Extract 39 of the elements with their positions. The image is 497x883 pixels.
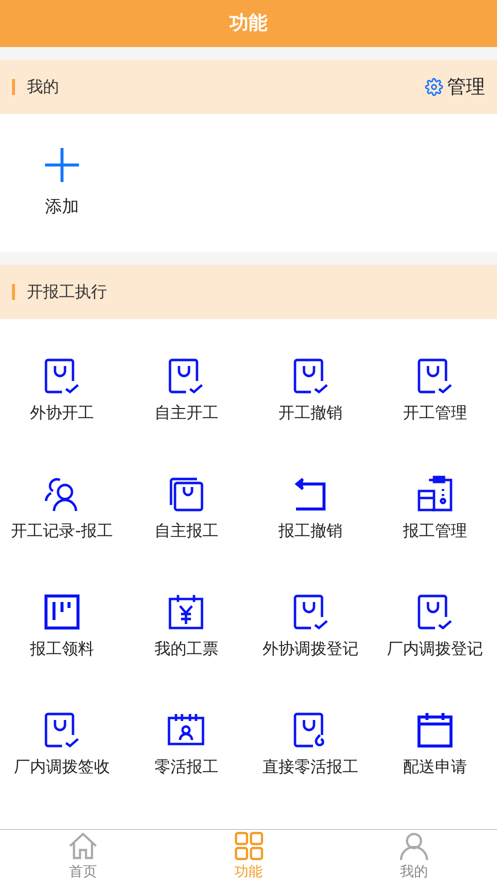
function-item[interactable]: 开工记录-报工 xyxy=(0,474,124,593)
bag-check-icon xyxy=(416,356,454,395)
home-icon xyxy=(68,831,98,862)
calendar-icon xyxy=(416,710,454,749)
function-item[interactable]: 外协开工 xyxy=(0,356,124,475)
bag-check-icon xyxy=(167,356,206,395)
manage-button[interactable]: 管理 xyxy=(425,74,485,100)
function-item[interactable]: 外协调拨登记 xyxy=(248,592,373,711)
function-item[interactable]: 报工领料 xyxy=(0,592,124,711)
function-item[interactable]: 报工管理 xyxy=(372,474,497,593)
tab[interactable]: 我的 xyxy=(331,830,497,883)
function-item[interactable]: 开工管理 xyxy=(372,356,497,475)
function-item[interactable]: 厂内调拨签收 xyxy=(0,710,124,829)
function-item[interactable]: 自主开工 xyxy=(124,356,248,475)
add-button[interactable]: 添加 xyxy=(0,147,124,218)
function-item[interactable]: 零活报工 xyxy=(124,710,248,829)
function-item[interactable]: 报工撤销 xyxy=(248,474,373,593)
person-icon xyxy=(399,831,430,862)
section-title: 开报工执行 xyxy=(12,284,107,300)
bag-check-icon xyxy=(43,356,82,395)
bag-check-icon xyxy=(43,710,82,749)
bag-check-icon xyxy=(292,592,330,631)
board-icon xyxy=(43,592,82,631)
bag-check-icon xyxy=(416,592,454,631)
function-item[interactable]: 配送申请 xyxy=(372,710,497,829)
grid-icon xyxy=(234,831,264,862)
function-item[interactable]: 直接零活报工 xyxy=(248,710,373,829)
section-title: 我的 xyxy=(12,78,59,95)
function-item[interactable]: 开工撤销 xyxy=(248,356,373,475)
calendar-icon xyxy=(167,592,206,631)
settings-icon xyxy=(425,78,443,96)
clipboard-icon xyxy=(416,474,454,513)
function-item[interactable]: 厂内调拨登记 xyxy=(372,592,497,711)
plus-icon xyxy=(44,147,80,184)
tab[interactable]: 首页 xyxy=(0,830,166,883)
function-item[interactable]: 我的工票 xyxy=(124,592,248,711)
function-item[interactable]: 自主报工 xyxy=(124,474,248,593)
page-title: 功能 xyxy=(230,11,268,36)
bag-check-icon xyxy=(292,356,330,395)
